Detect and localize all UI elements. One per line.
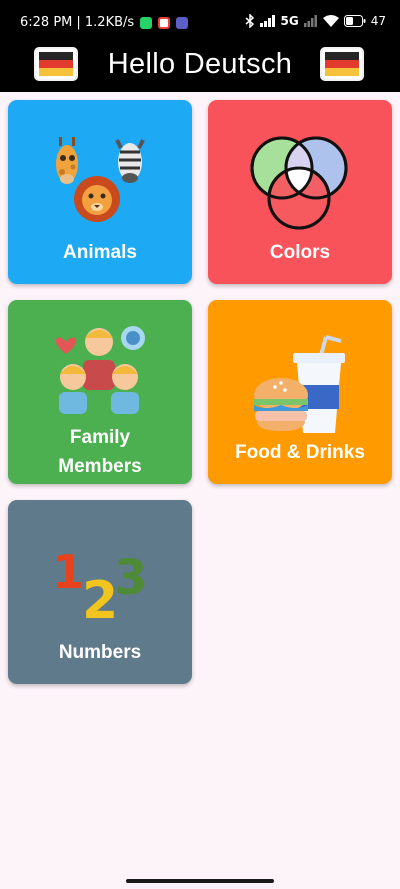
color-circles-icon bbox=[250, 136, 348, 230]
battery-icon bbox=[343, 15, 366, 27]
category-card-family-members[interactable]: Family Members bbox=[8, 300, 192, 484]
numbers-123-icon: 1 2 3 bbox=[52, 545, 147, 624]
app-bar: Hello Deutsch bbox=[0, 44, 400, 92]
network-type: 5G bbox=[280, 14, 299, 28]
category-label: Colors bbox=[269, 242, 331, 263]
burger-drink-icon bbox=[254, 335, 345, 433]
home-indicator[interactable] bbox=[126, 879, 274, 883]
category-card-food-drinks[interactable]: Food & Drinks bbox=[208, 300, 392, 484]
status-speed: | 1.2KB/s bbox=[76, 15, 135, 30]
svg-text:3: 3 bbox=[114, 550, 147, 606]
family-icon bbox=[55, 326, 145, 414]
category-card-colors[interactable]: Colors bbox=[208, 100, 392, 284]
teams-icon bbox=[176, 16, 189, 29]
status-time: 6:28 PM bbox=[20, 15, 73, 30]
signal-icon bbox=[259, 15, 275, 27]
category-label: Animals bbox=[63, 242, 137, 263]
category-card-numbers[interactable]: 1 2 3 Numbers bbox=[8, 500, 192, 684]
category-card-animals[interactable]: Animals bbox=[8, 100, 192, 284]
whatsapp-icon bbox=[140, 16, 153, 29]
status-right: 5G 47 bbox=[245, 14, 386, 28]
wifi-icon bbox=[322, 15, 339, 27]
svg-text:2: 2 bbox=[82, 571, 118, 624]
german-flag-icon bbox=[325, 52, 359, 76]
svg-text:1: 1 bbox=[52, 545, 84, 599]
german-flag-right-button[interactable] bbox=[320, 47, 364, 81]
battery-level: 47 bbox=[370, 14, 386, 28]
bluetooth-icon bbox=[245, 14, 254, 28]
category-label-line2: Members bbox=[58, 456, 142, 477]
category-label: Numbers bbox=[58, 642, 142, 663]
animals-icon bbox=[56, 137, 145, 222]
status-bar: 6:28 PM | 1.2KB/s 5G 47 bbox=[0, 0, 400, 44]
category-label: Food & Drinks bbox=[235, 442, 365, 463]
category-label-line1: Family bbox=[69, 427, 131, 448]
gmail-icon bbox=[158, 16, 171, 29]
status-left: 6:28 PM | 1.2KB/s bbox=[20, 15, 189, 30]
signal-weak-icon bbox=[303, 15, 317, 27]
